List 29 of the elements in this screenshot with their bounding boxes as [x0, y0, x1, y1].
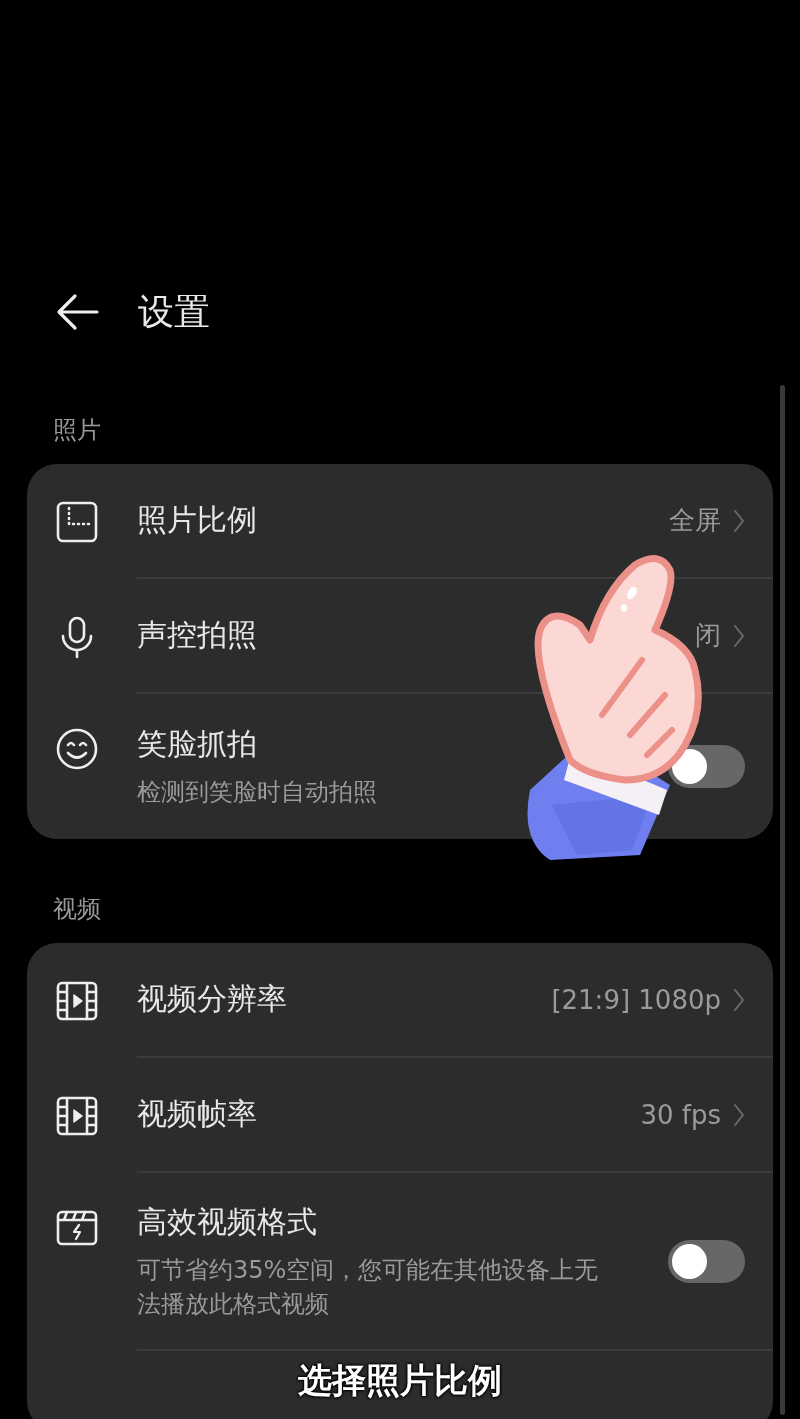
setting-description: 检测到笑脸时自动拍照 [137, 777, 378, 808]
chevron-icon [733, 1102, 745, 1127]
scrollbar[interactable] [780, 385, 785, 1415]
setting-label: 视频帧率 [137, 1095, 258, 1133]
settings-row[interactable]: 视频帧率 30 fps [27, 1058, 773, 1173]
settings-row[interactable]: 高效视频格式 可节省约35%空间，您可能在其他设备上无法播放此格式视频 [27, 1173, 773, 1351]
setting-label: 声控拍照 [137, 616, 258, 654]
setting-label: 视频分辨率 [137, 980, 288, 1018]
settings-row[interactable]: 视频分辨率 [21:9] 1080p [27, 943, 773, 1058]
chevron-icon [733, 508, 745, 533]
setting-label: 笑脸抓拍 [137, 725, 258, 763]
chevron-icon [733, 987, 745, 1012]
toggle-switch[interactable] [668, 1239, 745, 1283]
aspect-ratio-icon [55, 499, 99, 544]
chevron-icon [733, 623, 745, 648]
setting-value: [21:9] 1080p [551, 984, 721, 1015]
smiley-icon [55, 727, 99, 771]
setting-value: 闭 [695, 619, 721, 652]
section-title: 视频 [52, 894, 102, 925]
setting-label: 照片比例 [137, 501, 258, 539]
setting-value: 30 fps [640, 1099, 721, 1130]
section-title: 照片 [52, 415, 102, 446]
setting-value: 全屏 [669, 504, 721, 537]
back-icon[interactable] [55, 292, 99, 332]
video-caption: 选择照片比例 [298, 1359, 502, 1402]
page-title: 设置 [138, 289, 210, 334]
toggle-switch[interactable] [668, 745, 745, 788]
setting-description: 可节省约35%空间，您可能在其他设备上无法播放此格式视频 [137, 1254, 600, 1320]
setting-label: 高效视频格式 [137, 1202, 318, 1241]
